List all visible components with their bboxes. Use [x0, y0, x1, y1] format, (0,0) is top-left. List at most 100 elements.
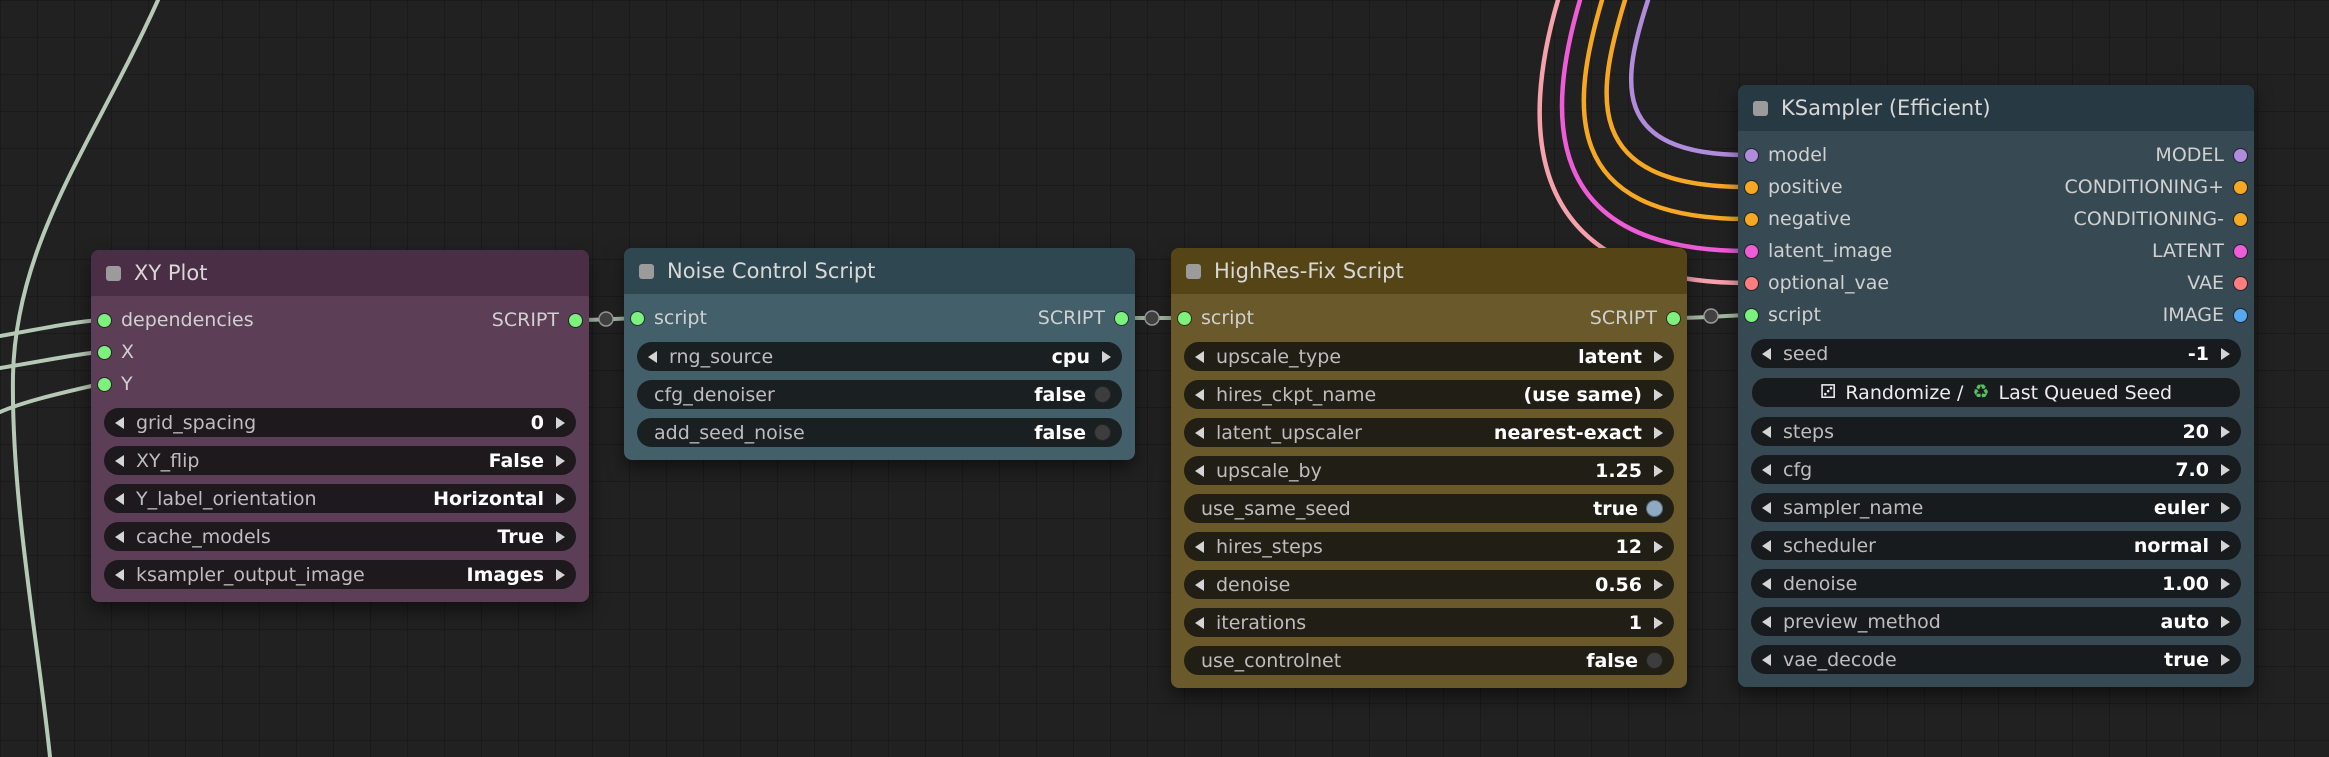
- arrow-right-icon[interactable]: [1102, 350, 1111, 363]
- arrow-left-icon[interactable]: [1195, 426, 1204, 439]
- arrow-left-icon[interactable]: [1762, 425, 1771, 438]
- arrow-right-icon[interactable]: [2221, 347, 2230, 360]
- arrow-left-icon[interactable]: [1195, 350, 1204, 363]
- node-title-bar[interactable]: XY Plot: [91, 250, 589, 296]
- widget-use-same-seed[interactable]: use_same_seed true: [1184, 494, 1674, 523]
- widget-denoise[interactable]: denoise 1.00: [1751, 569, 2241, 598]
- input-slot-dependencies[interactable]: [98, 313, 111, 327]
- arrow-left-icon[interactable]: [1762, 463, 1771, 476]
- arrow-right-icon[interactable]: [1654, 616, 1663, 629]
- input-slot-y[interactable]: [98, 377, 111, 391]
- widget-iterations[interactable]: iterations 1: [1184, 608, 1674, 637]
- node-xy-plot[interactable]: XY Plot dependencies SCRIPT X Y grid_spa…: [91, 250, 589, 602]
- widget-add-seed-noise[interactable]: add_seed_noise false: [637, 418, 1122, 447]
- input-slot-negative[interactable]: [1745, 212, 1758, 226]
- arrow-right-icon[interactable]: [2221, 501, 2230, 514]
- arrow-left-icon[interactable]: [1195, 578, 1204, 591]
- arrow-right-icon[interactable]: [556, 492, 565, 505]
- collapse-icon[interactable]: [1753, 100, 1768, 116]
- arrow-right-icon[interactable]: [556, 530, 565, 543]
- toggle-knob[interactable]: [1646, 500, 1663, 517]
- widget-upscale-type[interactable]: upscale_type latent: [1184, 342, 1674, 371]
- input-slot-latent-image[interactable]: [1745, 244, 1758, 258]
- input-slot-script[interactable]: [1745, 308, 1758, 322]
- widget-xy-flip[interactable]: XY_flip False: [104, 446, 576, 475]
- arrow-left-icon[interactable]: [1762, 539, 1771, 552]
- widget-steps[interactable]: steps 20: [1751, 417, 2241, 446]
- widget-grid-spacing[interactable]: grid_spacing 0: [104, 408, 576, 437]
- node-title-bar[interactable]: HighRes-Fix Script: [1171, 248, 1687, 294]
- arrow-left-icon[interactable]: [1195, 616, 1204, 629]
- input-slot-positive[interactable]: [1745, 180, 1758, 194]
- arrow-left-icon[interactable]: [115, 416, 124, 429]
- output-slot-model[interactable]: [2234, 148, 2247, 162]
- arrow-right-icon[interactable]: [1654, 464, 1663, 477]
- arrow-left-icon[interactable]: [1762, 577, 1771, 590]
- arrow-right-icon[interactable]: [1654, 578, 1663, 591]
- arrow-left-icon[interactable]: [115, 492, 124, 505]
- widget-scheduler[interactable]: scheduler normal: [1751, 531, 2241, 560]
- output-slot-script[interactable]: [569, 313, 582, 327]
- widget-seed[interactable]: seed -1: [1751, 339, 2241, 368]
- input-slot-model[interactable]: [1745, 148, 1758, 162]
- toggle-knob[interactable]: [1094, 386, 1111, 403]
- arrow-right-icon[interactable]: [2221, 425, 2230, 438]
- node-title-bar[interactable]: Noise Control Script: [624, 248, 1135, 294]
- output-slot-script[interactable]: [1115, 311, 1128, 325]
- arrow-left-icon[interactable]: [1195, 540, 1204, 553]
- widget-vae-decode[interactable]: vae_decode true: [1751, 645, 2241, 674]
- collapse-icon[interactable]: [639, 263, 654, 279]
- output-slot-image[interactable]: [2234, 308, 2247, 322]
- link-midpoint-dot[interactable]: [598, 311, 614, 327]
- arrow-left-icon[interactable]: [1195, 388, 1204, 401]
- collapse-icon[interactable]: [106, 265, 121, 281]
- widget-cfg-denoiser[interactable]: cfg_denoiser false: [637, 380, 1122, 409]
- arrow-left-icon[interactable]: [1195, 464, 1204, 477]
- arrow-left-icon[interactable]: [1762, 653, 1771, 666]
- arrow-right-icon[interactable]: [2221, 615, 2230, 628]
- node-ksampler-efficient[interactable]: KSampler (Efficient) model MODEL positiv…: [1738, 85, 2254, 687]
- arrow-left-icon[interactable]: [115, 454, 124, 467]
- input-slot-x[interactable]: [98, 345, 111, 359]
- output-slot-script[interactable]: [1667, 311, 1680, 325]
- arrow-left-icon[interactable]: [1762, 347, 1771, 360]
- arrow-right-icon[interactable]: [2221, 539, 2230, 552]
- arrow-left-icon[interactable]: [115, 530, 124, 543]
- link-midpoint-dot[interactable]: [1703, 308, 1719, 324]
- toggle-knob[interactable]: [1646, 652, 1663, 669]
- arrow-right-icon[interactable]: [1654, 426, 1663, 439]
- arrow-right-icon[interactable]: [1654, 540, 1663, 553]
- node-noise-control-script[interactable]: Noise Control Script script SCRIPT rng_s…: [624, 248, 1135, 460]
- input-slot-optional-vae[interactable]: [1745, 276, 1758, 290]
- arrow-right-icon[interactable]: [556, 454, 565, 467]
- widget-sampler-name[interactable]: sampler_name euler: [1751, 493, 2241, 522]
- output-slot-latent[interactable]: [2234, 244, 2247, 258]
- output-slot-vae[interactable]: [2234, 276, 2247, 290]
- arrow-left-icon[interactable]: [1762, 501, 1771, 514]
- arrow-right-icon[interactable]: [2221, 653, 2230, 666]
- input-slot-script[interactable]: [1178, 311, 1191, 325]
- randomize-seed-button[interactable]: ⚂ Randomize / ♻ Last Queued Seed: [1751, 377, 2241, 408]
- node-highres-fix-script[interactable]: HighRes-Fix Script script SCRIPT upscale…: [1171, 248, 1687, 688]
- widget-y-label-orientation[interactable]: Y_label_orientation Horizontal: [104, 484, 576, 513]
- input-slot-script[interactable]: [631, 311, 644, 325]
- arrow-right-icon[interactable]: [556, 568, 565, 581]
- widget-ksampler-output-image[interactable]: ksampler_output_image Images: [104, 560, 576, 589]
- arrow-left-icon[interactable]: [648, 350, 657, 363]
- link-midpoint-dot[interactable]: [1144, 310, 1160, 326]
- widget-cfg[interactable]: cfg 7.0: [1751, 455, 2241, 484]
- node-title-bar[interactable]: KSampler (Efficient): [1738, 85, 2254, 131]
- arrow-right-icon[interactable]: [2221, 577, 2230, 590]
- widget-cache-models[interactable]: cache_models True: [104, 522, 576, 551]
- widget-rng-source[interactable]: rng_source cpu: [637, 342, 1122, 371]
- arrow-right-icon[interactable]: [1654, 350, 1663, 363]
- widget-use-controlnet[interactable]: use_controlnet false: [1184, 646, 1674, 675]
- arrow-left-icon[interactable]: [115, 568, 124, 581]
- output-slot-conditioning-minus[interactable]: [2234, 212, 2247, 226]
- widget-hires-ckpt-name[interactable]: hires_ckpt_name (use same): [1184, 380, 1674, 409]
- arrow-right-icon[interactable]: [556, 416, 565, 429]
- widget-latent-upscaler[interactable]: latent_upscaler nearest-exact: [1184, 418, 1674, 447]
- arrow-right-icon[interactable]: [1654, 388, 1663, 401]
- node-graph-canvas[interactable]: XY Plot dependencies SCRIPT X Y grid_spa…: [0, 0, 2329, 757]
- widget-preview-method[interactable]: preview_method auto: [1751, 607, 2241, 636]
